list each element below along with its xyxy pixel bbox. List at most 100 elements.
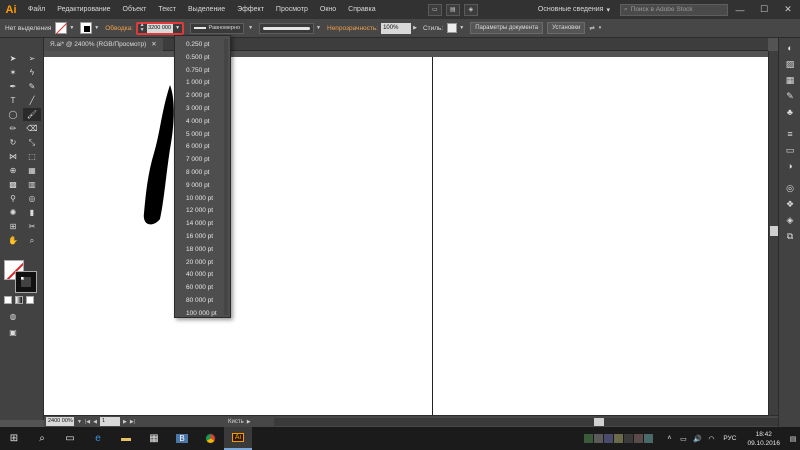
opacity-dropdown-icon[interactable]: ▶: [413, 25, 417, 31]
fill-swatch[interactable]: [55, 22, 68, 34]
lasso-tool-icon[interactable]: ϟ: [23, 66, 41, 79]
input-language[interactable]: РУС: [718, 435, 741, 442]
notifications-icon[interactable]: ▤: [786, 427, 800, 450]
eraser-tool-icon[interactable]: ⌫: [23, 122, 41, 135]
dropdown-option[interactable]: 4 000 pt: [175, 116, 230, 129]
swatches-panel-icon[interactable]: ▦: [779, 72, 800, 88]
chrome-icon[interactable]: [196, 427, 224, 450]
rotate-tool-icon[interactable]: ↻: [4, 136, 22, 149]
color-panel-icon[interactable]: ◐: [779, 40, 800, 56]
dropdown-option[interactable]: 0.750 pt: [175, 65, 230, 78]
menu-effect[interactable]: Эффект: [231, 0, 270, 19]
align-icon[interactable]: ⇌: [589, 24, 594, 32]
pen-tool-icon[interactable]: ✒: [4, 80, 22, 93]
close-tab-icon[interactable]: ✕: [151, 38, 156, 51]
gradient-panel-icon[interactable]: ▭: [779, 142, 800, 158]
brushes-panel-icon[interactable]: ✎: [779, 88, 800, 104]
dropdown-option[interactable]: 12 000 pt: [175, 205, 230, 218]
draw-mode-icon[interactable]: ◍: [4, 310, 22, 323]
horizontal-scroll-thumb[interactable]: [593, 417, 604, 426]
stroke-weight-input[interactable]: 3200 000: [147, 23, 174, 33]
next-artboard-icon[interactable]: ▶: [123, 419, 127, 425]
dropdown-option[interactable]: 1 000 pt: [175, 77, 230, 90]
stroke-color-swatch[interactable]: [15, 271, 37, 293]
stock-search-input[interactable]: ⌕ Поиск в Adobe Stock: [620, 3, 728, 16]
symbols-panel-icon[interactable]: ♣: [779, 104, 800, 120]
dropdown-option[interactable]: 20 000 pt: [175, 257, 230, 270]
minimize-button[interactable]: —: [728, 5, 752, 15]
status-menu-icon[interactable]: ▶: [247, 419, 251, 425]
stroke-panel-icon[interactable]: ≡: [779, 126, 800, 142]
dropdown-option[interactable]: 3 000 pt: [175, 103, 230, 116]
magic-wand-tool-icon[interactable]: ✶: [4, 66, 22, 79]
width-tool-icon[interactable]: ⋈: [4, 150, 22, 163]
document-tab[interactable]: Я.ai* @ 2400% (RGB/Просмотр) ✕: [44, 38, 163, 51]
dropdown-option[interactable]: 0.250 pt: [175, 39, 230, 52]
layers-panel-icon[interactable]: ◈: [779, 212, 800, 228]
dropdown-option[interactable]: 16 000 pt: [175, 231, 230, 244]
vk-icon[interactable]: B: [168, 427, 196, 450]
dropdown-option[interactable]: 9 000 pt: [175, 180, 230, 193]
dropdown-option[interactable]: 80 000 pt: [175, 295, 230, 308]
dropdown-option[interactable]: 100 000 pt: [175, 308, 230, 321]
dropdown-scrollbar[interactable]: [224, 39, 228, 315]
menu-help[interactable]: Справка: [342, 0, 381, 19]
direct-selection-tool-icon[interactable]: ➢: [23, 52, 41, 65]
document-setup-button[interactable]: Параметры документа: [470, 22, 544, 34]
wifi-icon[interactable]: ◠: [704, 427, 718, 450]
opacity-label[interactable]: Непрозрачность:: [327, 25, 378, 32]
shape-builder-tool-icon[interactable]: ⊕: [4, 164, 22, 177]
dropdown-option[interactable]: 8 000 pt: [175, 167, 230, 180]
brush-definition[interactable]: [259, 22, 315, 34]
file-explorer-icon[interactable]: ▬: [112, 427, 140, 450]
gradient-mode-icon[interactable]: [15, 296, 23, 304]
search-icon[interactable]: ⌕: [28, 427, 56, 450]
graphic-styles-icon[interactable]: ❖: [779, 196, 800, 212]
artboard-number-field[interactable]: 1: [99, 417, 120, 426]
screen-mode-icon[interactable]: ▣: [4, 326, 22, 339]
dropdown-option[interactable]: 14 000 pt: [175, 218, 230, 231]
menu-view[interactable]: Просмотр: [270, 0, 314, 19]
menu-select[interactable]: Выделение: [182, 0, 231, 19]
close-button[interactable]: ✕: [776, 4, 800, 15]
stroke-stepper[interactable]: ▲ ▼: [139, 23, 145, 33]
dropdown-option[interactable]: 2 000 pt: [175, 90, 230, 103]
dropdown-option[interactable]: 0.500 pt: [175, 52, 230, 65]
task-view-icon[interactable]: ▭: [56, 427, 84, 450]
style-dropdown-icon[interactable]: ▼: [459, 25, 464, 31]
transparency-panel-icon[interactable]: ◑: [779, 158, 800, 174]
menu-object[interactable]: Объект: [117, 0, 153, 19]
blend-tool-icon[interactable]: ◎: [23, 192, 41, 205]
last-artboard-icon[interactable]: ▶|: [130, 419, 135, 425]
menu-type[interactable]: Текст: [152, 0, 182, 19]
line-tool-icon[interactable]: ╱: [23, 94, 41, 107]
column-graph-tool-icon[interactable]: ▮: [23, 206, 41, 219]
mesh-tool-icon[interactable]: ▩: [4, 178, 22, 191]
color-mode-icon[interactable]: [4, 296, 12, 304]
zoom-tool-icon[interactable]: ⌕: [23, 234, 41, 247]
fill-stroke-widget[interactable]: [4, 260, 40, 294]
menu-window[interactable]: Окно: [314, 0, 342, 19]
dropdown-option[interactable]: 5 000 pt: [175, 129, 230, 142]
appearance-panel-icon[interactable]: ◎: [779, 180, 800, 196]
stroke-swatch[interactable]: [80, 22, 93, 34]
style-swatch[interactable]: [447, 23, 458, 33]
scale-tool-icon[interactable]: ⤡: [23, 136, 41, 149]
symbol-sprayer-tool-icon[interactable]: ✺: [4, 206, 22, 219]
zoom-dropdown-icon[interactable]: ▼: [77, 419, 82, 425]
paintbrush-tool-icon[interactable]: 🖌: [23, 108, 41, 121]
stroke-dropdown-icon[interactable]: ▼: [94, 25, 99, 31]
none-mode-icon[interactable]: [26, 296, 34, 304]
vertical-scroll-thumb[interactable]: [770, 226, 778, 236]
dropdown-option[interactable]: 40 000 pt: [175, 269, 230, 282]
hand-tool-icon[interactable]: ✋: [4, 234, 22, 247]
store-icon[interactable]: ▦: [140, 427, 168, 450]
artboard[interactable]: [44, 57, 768, 415]
brush-dropdown-icon[interactable]: ▼: [316, 25, 321, 31]
tray-app-icons[interactable]: [584, 434, 654, 443]
curvature-tool-icon[interactable]: ✎: [23, 80, 41, 93]
network-icon[interactable]: ▭: [676, 427, 690, 450]
dropdown-option[interactable]: 18 000 pt: [175, 244, 230, 257]
workspace-switcher[interactable]: Основные сведения ▾: [538, 6, 610, 14]
edge-browser-icon[interactable]: e: [84, 427, 112, 450]
